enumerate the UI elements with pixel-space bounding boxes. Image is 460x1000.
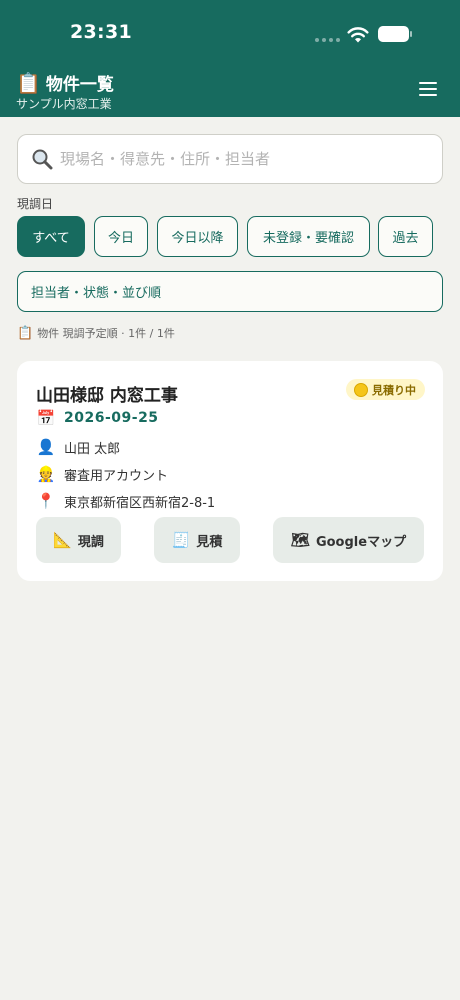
receipt-icon: 🧾 bbox=[171, 530, 191, 549]
search-input[interactable] bbox=[60, 150, 400, 168]
result-summary-text: 物件 現調予定順 · 1件 / 1件 bbox=[37, 327, 175, 340]
search-icon bbox=[32, 149, 53, 170]
header-title-group: 📋 物件一覧 bbox=[16, 70, 114, 96]
chip-all[interactable]: すべて bbox=[17, 216, 85, 257]
location-pin-icon: 📍 bbox=[36, 492, 56, 510]
google-maps-button[interactable]: 🗺 Googleマップ bbox=[273, 517, 424, 563]
google-maps-button-label: Googleマップ bbox=[315, 534, 407, 550]
date-filter-label: 現調日 bbox=[17, 197, 54, 211]
battery-icon bbox=[378, 26, 412, 42]
chip-today-onward[interactable]: 今日以降 bbox=[157, 216, 238, 257]
status-badge: 見積り中 bbox=[346, 379, 425, 400]
customer-name: 山田 太郎 bbox=[64, 442, 121, 457]
address-row: 📍 東京都新宿区西新宿2-8-1 bbox=[36, 492, 216, 512]
chip-past[interactable]: 過去 bbox=[378, 216, 433, 257]
estimate-button-label: 見積 bbox=[196, 534, 223, 550]
more-filters-button[interactable]: 担当者・状態・並び順 bbox=[17, 271, 443, 312]
map-icon: 🗺 bbox=[290, 530, 310, 549]
survey-button-label: 現調 bbox=[77, 534, 104, 550]
signal-dots-icon bbox=[315, 38, 340, 42]
chip-today[interactable]: 今日 bbox=[94, 216, 148, 257]
search-box[interactable] bbox=[17, 134, 443, 184]
page-title: 物件一覧 bbox=[45, 75, 114, 95]
status-bar-time: 23:31 bbox=[70, 21, 132, 43]
date-filter-chips: すべて 今日 今日以降 未登録・要確認 過去 bbox=[0, 216, 460, 257]
property-title: 山田様邸 内窓工事 bbox=[36, 386, 178, 406]
customer-row: 👤 山田 太郎 bbox=[36, 438, 121, 458]
calendar-icon: 📅 bbox=[36, 408, 56, 427]
person-icon: 👤 bbox=[36, 438, 56, 456]
yellow-circle-icon bbox=[354, 382, 368, 397]
worker-icon: 👷 bbox=[36, 465, 56, 483]
status-text: 見積り中 bbox=[372, 383, 416, 397]
survey-button[interactable]: 📐 現調 bbox=[36, 517, 121, 563]
app-header: 23:31 📋 物件一覧 サンプル内窓工業 bbox=[0, 0, 460, 117]
triangle-ruler-icon: 📐 bbox=[53, 530, 72, 549]
clipboard-icon: 📋 bbox=[16, 70, 41, 95]
wifi-icon bbox=[347, 27, 369, 43]
result-summary: 📋 物件 現調予定順 · 1件 / 1件 bbox=[17, 325, 175, 341]
address: 東京都新宿区西新宿2-8-1 bbox=[64, 496, 216, 511]
account-row: 👷 審査用アカウント bbox=[36, 465, 169, 485]
clipboard-icon: 📋 bbox=[17, 325, 34, 341]
chip-unregistered[interactable]: 未登録・要確認 bbox=[247, 216, 370, 257]
survey-date: 2026-09-25 bbox=[64, 410, 159, 426]
company-name: サンプル内窓工業 bbox=[16, 97, 112, 111]
account-name: 審査用アカウント bbox=[64, 469, 169, 484]
property-card[interactable]: 山田様邸 内窓工事 見積り中 📅 2026-09-25 👤 山田 太郎 👷 審査… bbox=[17, 361, 443, 581]
survey-date-row: 📅 2026-09-25 bbox=[36, 410, 159, 426]
estimate-button[interactable]: 🧾 見積 bbox=[154, 517, 240, 563]
hamburger-menu-icon[interactable] bbox=[419, 82, 437, 96]
